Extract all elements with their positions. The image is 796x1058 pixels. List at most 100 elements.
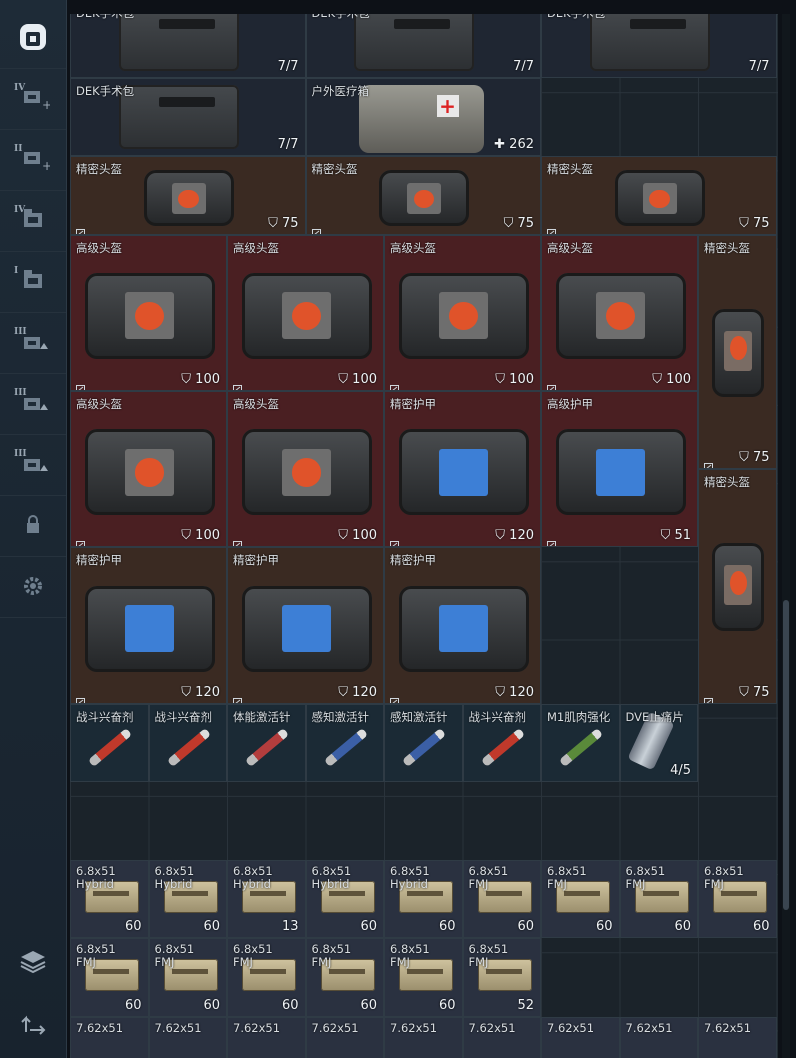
stimulant-syringe-image: [87, 727, 133, 767]
inventory-item[interactable]: 7.62x51: [70, 1016, 149, 1058]
item-name: 6.8x51 FMJ: [311, 942, 352, 970]
transfer-icon: [16, 1008, 50, 1041]
inventory-item[interactable]: DEK手术包 7/7: [541, 14, 777, 79]
item-name: 7.62x51: [547, 1020, 595, 1035]
inventory-item[interactable]: 6.8x51 FMJ 60: [619, 860, 698, 939]
inventory-item[interactable]: DVE止痛片 4/5: [619, 703, 698, 782]
sidebar-button-backpack[interactable]: [0, 8, 66, 69]
inventory-item[interactable]: 战斗兴奋剂: [148, 703, 227, 782]
inventory-item[interactable]: 6.8x51 Hybrid 13: [227, 860, 306, 939]
inventory-item[interactable]: 精密护甲 ⛉ 120: [70, 547, 227, 704]
inventory-item[interactable]: 高级头盔 ⛉ 100: [70, 391, 227, 548]
item-name: 战斗兴奋剂: [154, 709, 213, 724]
inventory-item[interactable]: 6.8x51 FMJ 60: [148, 938, 227, 1017]
sidebar-button-layers[interactable]: [0, 932, 66, 992]
item-name: 6.8x51 Hybrid: [311, 864, 352, 892]
inventory-item[interactable]: 感知激活针: [305, 703, 384, 782]
inventory-item[interactable]: 高级头盔 ⛉ 100: [541, 234, 698, 391]
inventory-item[interactable]: 精密护甲 ⛉ 120: [227, 547, 384, 704]
inventory-item[interactable]: 高级头盔 ⛉ 100: [70, 234, 227, 391]
inventory-item[interactable]: 精密护甲 ⛉ 120: [384, 391, 541, 548]
inventory-item[interactable]: 户外医疗箱 ✚ 262: [305, 78, 541, 157]
inventory-item[interactable]: 7.62x51: [462, 1016, 541, 1058]
stimulant-syringe-image: [401, 727, 447, 767]
item-name: M1肌肉强化: [547, 709, 611, 724]
body-armor-image: [241, 585, 372, 672]
sidebar-button-gear[interactable]: [0, 557, 66, 618]
item-count: ⛉ 100: [338, 528, 377, 544]
sidebar-button-folder[interactable]: IV: [0, 191, 66, 252]
inventory-item[interactable]: 高级头盔 ⛉ 100: [227, 391, 384, 548]
inventory-item[interactable]: 战斗兴奋剂: [70, 703, 149, 782]
sidebar-button-transfer[interactable]: [0, 994, 66, 1054]
tier-label: III: [14, 388, 27, 398]
inventory-item[interactable]: 高级护甲 ⛉ 51: [541, 391, 698, 548]
item-name: 精密头盔: [311, 162, 358, 177]
helmet-emblem-icon: [407, 183, 442, 214]
helmet-case-image: [555, 272, 686, 359]
item-count: 60: [674, 919, 691, 935]
backpack-icon: [16, 22, 50, 55]
inventory-item[interactable]: 6.8x51 FMJ 60: [70, 938, 149, 1017]
sidebar-button-add-cell[interactable]: + IV: [0, 69, 66, 130]
sidebar-button-upgrade[interactable]: III: [0, 435, 66, 496]
inventory-item[interactable]: 6.8x51 Hybrid 60: [70, 860, 149, 939]
inventory-item[interactable]: DEK手术包 7/7: [70, 14, 306, 79]
inventory-item[interactable]: 精密头盔 ⛉ 75: [305, 156, 541, 235]
sidebar-button-upgrade[interactable]: III: [0, 313, 66, 374]
inventory-item[interactable]: 6.8x51 FMJ 60: [541, 860, 620, 939]
item-name: 战斗兴奋剂: [468, 709, 527, 724]
inventory-item[interactable]: 7.62x51: [305, 1016, 384, 1058]
inventory-item[interactable]: 7.62x51: [227, 1016, 306, 1058]
inventory-item[interactable]: DEK手术包 7/7: [70, 78, 306, 157]
inventory-item[interactable]: 精密头盔 ⛉ 75: [698, 469, 777, 704]
inventory-item[interactable]: 6.8x51 Hybrid 60: [148, 860, 227, 939]
inventory-item[interactable]: 6.8x51 FMJ 60: [698, 860, 777, 939]
helmet-case-image: [614, 170, 705, 227]
inventory-item[interactable]: 6.8x51 Hybrid 60: [384, 860, 463, 939]
inventory-item[interactable]: 战斗兴奋剂: [462, 703, 541, 782]
inventory-item[interactable]: 感知激活针: [384, 703, 463, 782]
inventory-item[interactable]: 6.8x51 FMJ 60: [305, 938, 384, 1017]
item-name: 战斗兴奋剂: [76, 709, 134, 724]
sidebar-button-upgrade[interactable]: III: [0, 374, 66, 435]
bound-item-icon: [233, 691, 242, 703]
inventory-item[interactable]: 精密头盔 ⛉ 75: [70, 156, 306, 235]
sidebar-button-lock[interactable]: [0, 496, 66, 557]
item-count: ⛉ 51: [660, 528, 691, 544]
tier-label: III: [14, 449, 27, 459]
bound-item-icon: [311, 222, 321, 234]
scrollbar-thumb[interactable]: [783, 600, 789, 910]
inventory-item[interactable]: 体能激活针: [227, 703, 306, 782]
inventory-item[interactable]: 6.8x51 FMJ 60: [384, 938, 463, 1017]
inventory-item[interactable]: 高级头盔 ⛉ 100: [227, 234, 384, 391]
inventory-item[interactable]: 7.62x51: [148, 1016, 227, 1058]
inventory-item[interactable]: 6.8x51 FMJ 60: [227, 938, 306, 1017]
armor-plate-icon: [595, 448, 646, 496]
inventory-item[interactable]: 7.62x51: [619, 1016, 698, 1058]
inventory-item[interactable]: 6.8x51 Hybrid 60: [305, 860, 384, 939]
inventory-item[interactable]: 精密头盔 ⛉ 75: [541, 156, 777, 235]
item-name: 6.8x51 FMJ: [154, 942, 195, 970]
folder-icon: [16, 266, 50, 299]
inventory-item[interactable]: DEK手术包 7/7: [305, 14, 541, 79]
sidebar-button-add-cell[interactable]: + II: [0, 130, 66, 191]
sidebar-button-folder[interactable]: I: [0, 252, 66, 313]
item-name: 7.62x51: [233, 1020, 281, 1035]
inventory-item[interactable]: 6.8x51 FMJ 60: [462, 860, 541, 939]
inventory-item[interactable]: 精密头盔 ⛉ 75: [698, 234, 777, 470]
inventory-item[interactable]: M1肌肉强化: [541, 703, 620, 782]
inventory-item[interactable]: 7.62x51: [541, 1016, 620, 1058]
item-count: 7/7: [277, 137, 299, 153]
helmet-emblem-icon: [724, 330, 753, 371]
bound-item-icon: [704, 691, 713, 703]
inventory-item[interactable]: 6.8x51 FMJ 52: [462, 938, 541, 1017]
svg-text:+: +: [42, 159, 50, 173]
medical-box-image: [358, 85, 484, 154]
item-name: 高级头盔: [390, 240, 436, 255]
inventory-item[interactable]: 精密护甲 ⛉ 120: [384, 547, 541, 704]
inventory-item[interactable]: 7.62x51: [698, 1016, 777, 1058]
item-name: DEK手术包: [76, 84, 135, 99]
inventory-item[interactable]: 7.62x51: [384, 1016, 463, 1058]
inventory-item[interactable]: 高级头盔 ⛉ 100: [384, 234, 541, 391]
